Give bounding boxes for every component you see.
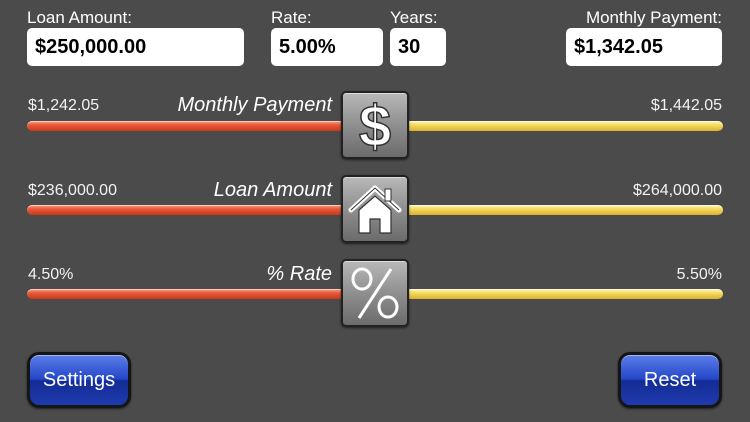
rate-track-low[interactable] [27,289,365,299]
house-icon [345,179,405,239]
loan-min-label: $236,000.00 [28,182,117,199]
loan-track-low[interactable] [27,205,365,215]
loan-slider-title: Loan Amount [213,179,332,201]
dollar-sign-icon: $ [347,95,403,155]
settings-button[interactable]: Settings [27,352,131,408]
rate-track-high[interactable] [395,289,723,299]
rate-label: Rate: [271,8,312,27]
years-field[interactable]: 30 [390,28,446,66]
payment-max-label: $1,442.05 [650,97,722,114]
monthly-payment-label: Monthly Payment: [585,8,722,27]
loan-slider-thumb[interactable] [341,175,409,243]
loan-calculator-screen: Loan Amount: Rate: Years: Monthly Paymen… [0,0,750,422]
loan-amount-field[interactable]: $250,000.00 [27,28,244,66]
payment-slider-thumb[interactable]: $ [341,91,409,159]
loan-max-label: $264,000.00 [633,182,722,199]
rate-field[interactable]: 5.00% [271,28,383,66]
payment-min-label: $1,242.05 [28,97,100,114]
loan-track-high[interactable] [395,205,723,215]
payment-track-low[interactable] [27,121,365,131]
loan-amount-label: Loan Amount: [27,8,132,27]
rate-slider-thumb[interactable] [341,259,409,327]
payment-track-high[interactable] [395,121,723,131]
percent-icon [345,263,405,323]
rate-slider-title: % Rate [266,263,332,285]
monthly-payment-field[interactable]: $1,342.05 [566,28,722,66]
rate-min-label: 4.50% [28,266,74,283]
years-label: Years: [390,8,438,27]
reset-button[interactable]: Reset [618,352,722,408]
payment-slider-title: Monthly Payment [177,94,332,116]
svg-text:$: $ [359,95,391,155]
rate-max-label: 5.50% [676,266,722,283]
